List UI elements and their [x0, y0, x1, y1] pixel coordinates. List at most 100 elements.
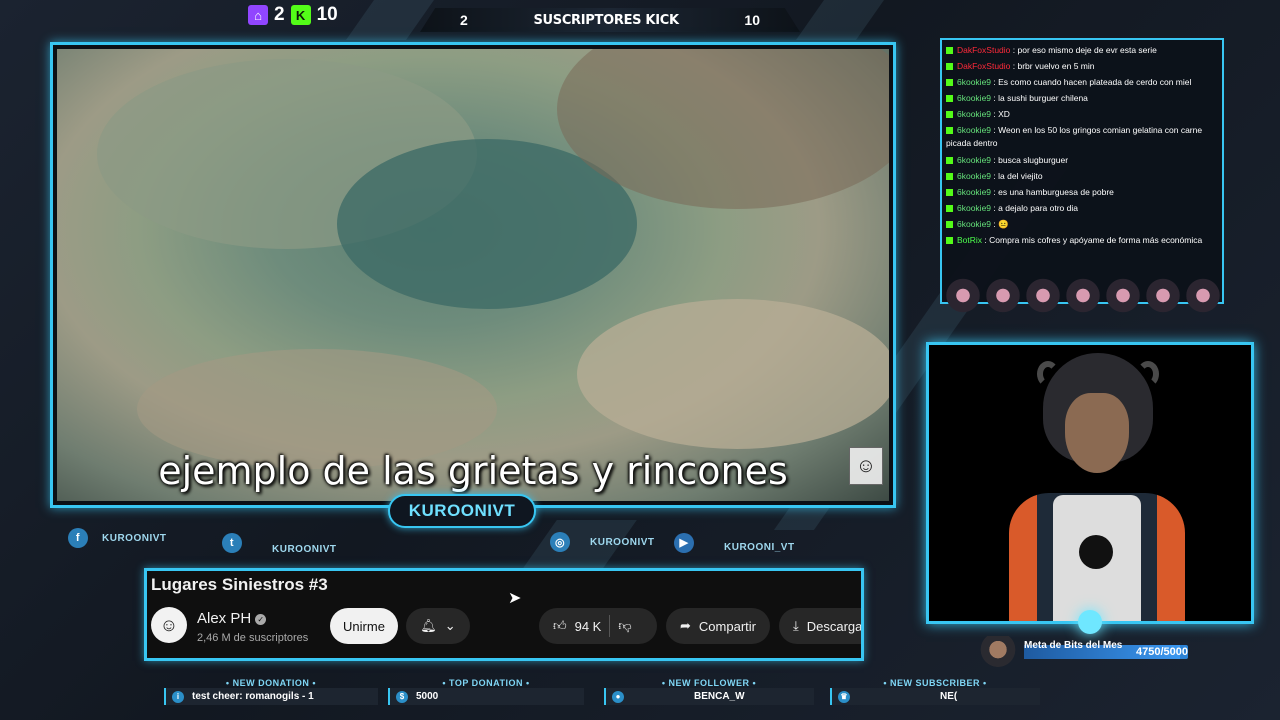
goal-right-count: 10	[744, 12, 760, 28]
avatar-mini	[978, 636, 1018, 670]
kick-icon	[946, 47, 953, 55]
kick-icon	[946, 95, 953, 103]
social-twitter: t KUROONIVT	[222, 530, 337, 555]
instagram-icon: ◎	[550, 532, 570, 552]
dislike-button[interactable]: 👎︎	[618, 618, 631, 634]
channel-name-text: Alex PH	[197, 610, 252, 627]
vtuber-camera	[926, 342, 1254, 624]
chat-username: 6kookie9	[957, 155, 992, 165]
chat-message: 6kookie9 : Es como cuando hacen plateada…	[946, 74, 1218, 90]
chat-username: 6kookie9	[957, 203, 992, 213]
cave-rock	[577, 299, 889, 449]
youtube-icon: ▶	[674, 532, 694, 553]
chat-message: BotRix : Compra mis cofres y apóyame de …	[946, 232, 1218, 248]
chat-text: : es una hamburguesa de pobre	[993, 187, 1114, 197]
cam-glow-orb	[1078, 610, 1102, 634]
channel-avatar[interactable]: ☺	[151, 607, 187, 643]
kick-icon	[946, 79, 953, 87]
chat-username: 6kookie9	[957, 219, 992, 229]
share-label: Compartir	[698, 618, 756, 634]
alert-label: • NEW DONATION •	[225, 678, 317, 688]
social-handle: KUROONIVT	[272, 544, 337, 555]
viewer-sprite	[986, 278, 1020, 328]
kick-icon	[946, 189, 953, 197]
twitch-count: 2	[274, 4, 285, 25]
platform-counts: ⌂ 2 K 10	[248, 3, 338, 27]
video-subtitle: ejemplo de las grietas y rincones	[158, 449, 788, 493]
kick-icon	[946, 221, 953, 229]
alert-new-donation: • NEW DONATION • i test cheer: romanogil…	[164, 678, 378, 708]
avatar-face	[1065, 393, 1129, 473]
divider	[609, 615, 611, 637]
subscriber-count: 2,46 M de suscriptores	[197, 632, 309, 644]
kick-icon	[946, 237, 953, 245]
chat-username: DakFoxStudio	[957, 45, 1011, 55]
kick-icon	[946, 111, 953, 119]
stream-overlay: ⌂ 2 K 10 2 SUSCRIPTORES KICK 10 ejemplo …	[0, 0, 1280, 720]
viewer-sprite	[1106, 278, 1140, 328]
twitter-icon: t	[222, 532, 242, 553]
chat-message: 6kookie9 : XD	[946, 106, 1218, 122]
alert-new-subscriber: • NEW SUBSCRIBER • ♛ NE(	[830, 678, 1040, 708]
kick-icon	[946, 205, 953, 213]
viewer-sprite	[1066, 278, 1100, 328]
alert-value: BENCA_W	[694, 691, 745, 702]
join-button[interactable]: Unirme	[330, 608, 398, 644]
chat-message: 6kookie9 : la sushi burguer chilena	[946, 90, 1218, 106]
alert-new-follower: • NEW FOLLOWER • ● BENCA_W	[604, 678, 814, 708]
video-player[interactable]: ejemplo de las grietas y rincones ☺	[57, 49, 889, 501]
social-instagram: ◎ KUROONIVT	[550, 532, 655, 552]
chat-username: 6kookie9	[957, 125, 992, 135]
social-handle: KUROONIVT	[102, 532, 167, 544]
share-icon: ➦	[680, 618, 691, 633]
chat-text: : a dejalo para otro dia	[993, 203, 1078, 213]
kick-icon	[946, 157, 953, 165]
viewer-sprite	[1026, 278, 1060, 328]
money-bag-icon: $	[396, 690, 408, 703]
chat-text: : 😐	[993, 219, 1009, 229]
info-icon: i	[172, 690, 184, 703]
chat-message: 6kookie9 : Weon en los 50 los gringos co…	[946, 122, 1218, 152]
alert-value: NE(	[940, 691, 958, 702]
social-handle: KUROONI_VT	[724, 542, 795, 553]
alert-box: ♛ NE(	[830, 688, 1040, 705]
bell-icon: 🔔︎	[420, 618, 437, 633]
alert-value: 5000	[416, 691, 439, 702]
chat-username: DakFoxStudio	[957, 61, 1011, 71]
chat-text: : brbr vuelvo en 5 min	[1012, 61, 1095, 71]
chat-message: DakFoxStudio : brbr vuelvo en 5 min	[946, 58, 1218, 74]
mouse-cursor-icon: ➤	[508, 590, 522, 607]
chat-message: 6kookie9 : es una hamburguesa de pobre	[946, 184, 1218, 200]
chat-text: : Compra mis cofres y apóyame de forma m…	[984, 235, 1203, 245]
kick-icon	[946, 173, 953, 181]
viewer-sprite	[946, 278, 980, 328]
chat-message: 6kookie9 : busca slugburguer	[946, 152, 1218, 168]
share-button[interactable]: ➦ Compartir	[666, 608, 770, 644]
chat-username: BotRix	[957, 235, 983, 245]
social-youtube: ▶ KUROONI_VT	[674, 532, 795, 553]
download-button[interactable]: ⤓ Descarga	[779, 608, 863, 644]
alert-label: • NEW FOLLOWER •	[661, 678, 757, 688]
kick-count: 10	[316, 4, 338, 25]
notifications-button[interactable]: 🔔︎ ⌄	[406, 608, 470, 644]
chat-text: : la del viejito	[993, 171, 1043, 181]
chat-panel[interactable]: DakFoxStudio : por eso mismo deje de evr…	[940, 38, 1224, 304]
download-icon: ⤓	[793, 618, 799, 633]
chat-username: 6kookie9	[957, 77, 992, 87]
twitch-icon: ⌂	[248, 5, 268, 25]
crown-icon: ♛	[838, 690, 850, 703]
like-button[interactable]: 👍︎ 94 K	[553, 618, 601, 634]
chat-text: : por eso mismo deje de evr esta serie	[1012, 45, 1157, 55]
chat-text: : la sushi burguer chilena	[993, 93, 1088, 103]
chat-username: 6kookie9	[957, 109, 992, 119]
thumbs-down-icon: 👎︎	[618, 618, 632, 633]
channel-name[interactable]: Alex PH ✓	[197, 610, 267, 627]
skull-print	[1079, 535, 1113, 569]
goal-title: SUSCRIPTORES KICK	[533, 12, 679, 28]
viewer-sprite	[1146, 278, 1180, 328]
download-label: Descarga	[806, 618, 863, 634]
kick-icon	[946, 127, 953, 135]
kick-icon: K	[290, 5, 311, 25]
chat-message: DakFoxStudio : por eso mismo deje de evr…	[946, 42, 1218, 58]
alert-box: i test cheer: romanogils - 1	[164, 688, 378, 705]
